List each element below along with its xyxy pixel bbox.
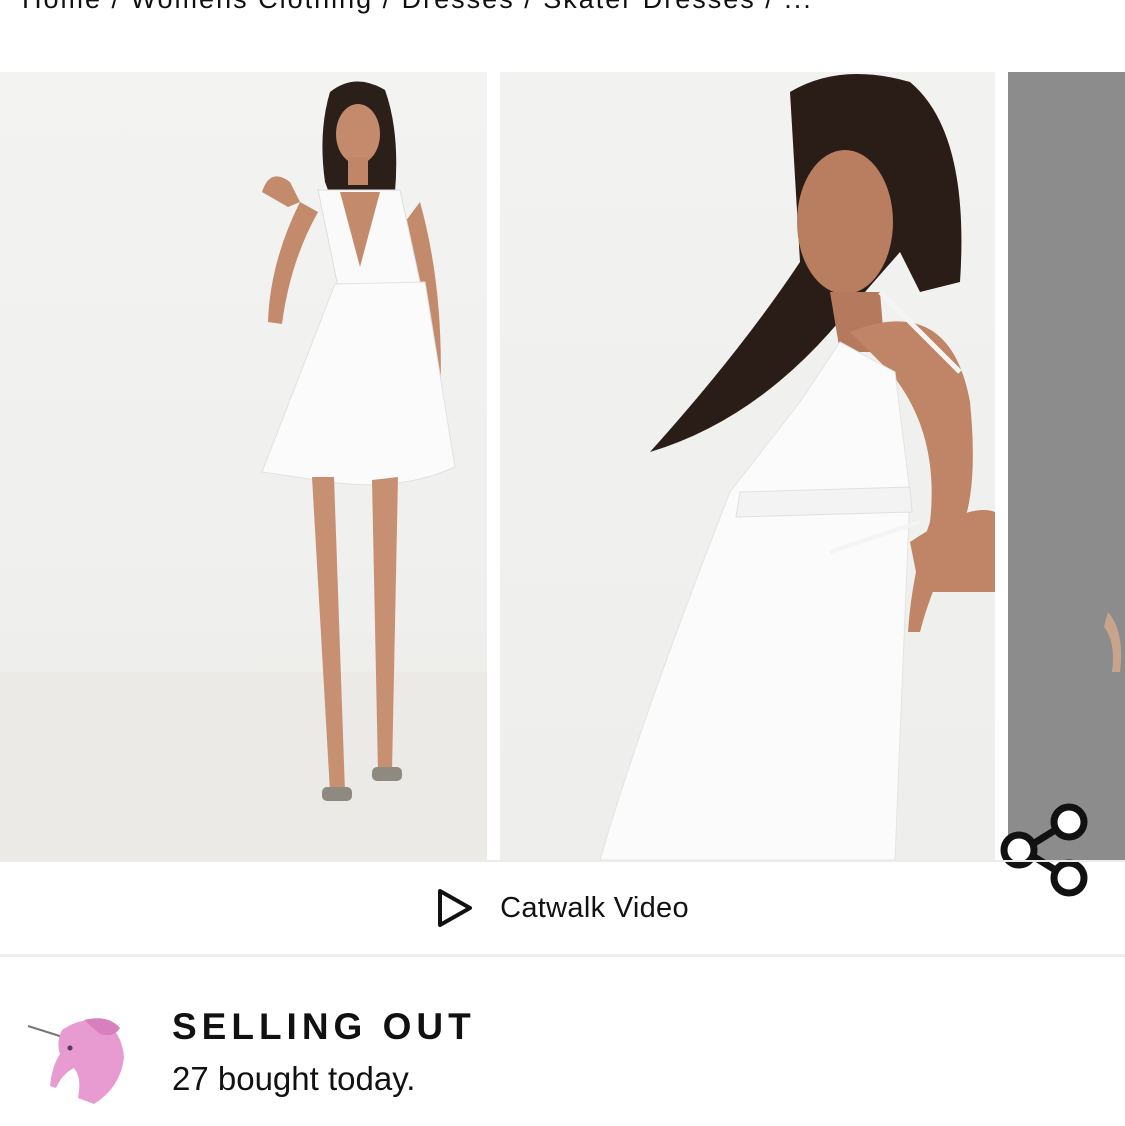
model-third-illustration xyxy=(1104,612,1122,672)
product-image-side[interactable] xyxy=(500,72,995,860)
breadcrumb-more[interactable]: ... xyxy=(784,0,813,14)
breadcrumb-separator: / xyxy=(373,0,402,14)
selling-out-count: 27 bought today. xyxy=(172,1060,416,1097)
breadcrumb: Home / Womens Clothing / Dresses / Skate… xyxy=(22,0,813,15)
breadcrumb-womens-clothing[interactable]: Womens Clothing xyxy=(131,0,374,14)
catwalk-video-button[interactable]: Catwalk Video xyxy=(0,862,1125,954)
selling-out-banner: SELLING OUT 27 bought today. xyxy=(22,1000,1102,1110)
breadcrumb-separator: / xyxy=(515,0,544,14)
breadcrumb-skater-dresses[interactable]: Skater Dresses xyxy=(543,0,756,14)
play-icon xyxy=(438,889,473,927)
model-front-illustration xyxy=(0,81,487,860)
breadcrumb-home[interactable]: Home xyxy=(22,0,102,14)
unicorn-icon xyxy=(27,1018,124,1104)
breadcrumb-dresses[interactable]: Dresses xyxy=(402,0,515,14)
catwalk-video-label: Catwalk Video xyxy=(500,891,689,924)
product-image-front[interactable] xyxy=(0,72,487,860)
divider xyxy=(0,954,1125,957)
model-side-illustration xyxy=(599,74,995,860)
product-image-gallery[interactable] xyxy=(0,72,1125,897)
breadcrumb-separator: / xyxy=(756,0,785,14)
product-image-third[interactable] xyxy=(1008,72,1125,860)
breadcrumb-separator: / xyxy=(102,0,131,14)
selling-out-title: SELLING OUT xyxy=(172,1006,476,1047)
